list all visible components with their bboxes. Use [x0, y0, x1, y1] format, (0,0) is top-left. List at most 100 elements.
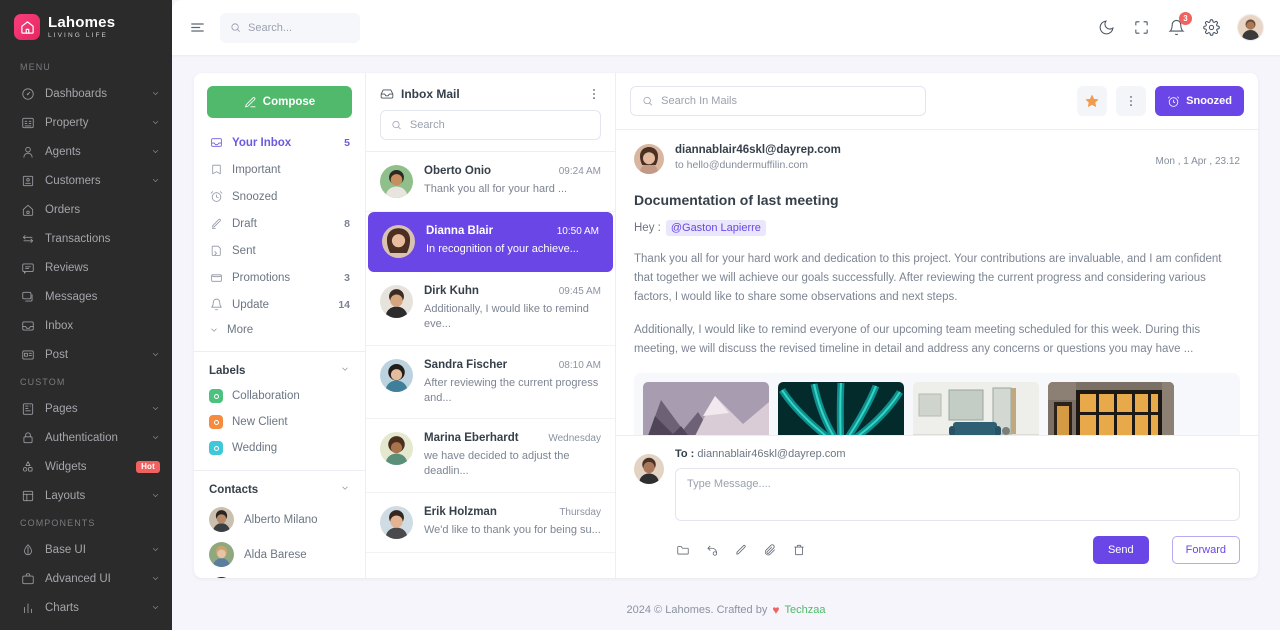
star-icon[interactable]	[1077, 86, 1108, 116]
user-icon	[20, 144, 35, 159]
snoozed-button[interactable]: Snoozed	[1155, 86, 1244, 116]
mail-row[interactable]: Oberto Onio 09:24 AM Thank you all for you…	[366, 152, 615, 212]
label-item-new-client[interactable]: New Client	[207, 409, 352, 435]
contacts-header[interactable]: Contacts	[207, 471, 352, 502]
folder-icon[interactable]	[675, 543, 690, 558]
folder-item-draft[interactable]: Draft 8	[207, 210, 352, 237]
chevron-down-icon	[151, 433, 160, 442]
gear-icon[interactable]	[1202, 18, 1221, 37]
tag-icon	[209, 271, 223, 285]
detail-search[interactable]	[630, 86, 926, 116]
mail-subject: Documentation of last meeting	[634, 192, 839, 208]
labels-header[interactable]: Labels	[207, 352, 352, 383]
brand-logo[interactable]: Lahomes LIVING LIFE	[0, 0, 172, 54]
mention-chip[interactable]: @Gaston Lapierre	[665, 220, 766, 236]
teal-agave-plant-photo[interactable]	[778, 381, 904, 435]
folder-more[interactable]: More	[207, 318, 352, 342]
detail-search-input[interactable]	[661, 95, 914, 107]
mail-row-body: Oberto Onio 09:24 AM Thank you all for you…	[424, 165, 601, 198]
sidebar-item-agents[interactable]: Agents	[0, 137, 172, 166]
send-button[interactable]: Send	[1092, 536, 1149, 564]
mail-row[interactable]: Erik Holzman Thursday We'd like to thank y…	[366, 493, 615, 554]
fullscreen-icon[interactable]	[1132, 18, 1151, 37]
sidebar-item-label: Dashboards	[45, 87, 108, 100]
contact-name: Alda Barese	[244, 548, 307, 561]
sidebar-nav: MENU Dashboards Property Agents Customers Ord…	[0, 54, 172, 622]
sidebar-item-transactions[interactable]: Transactions	[0, 224, 172, 253]
label-item-wedding[interactable]: Wedding	[207, 435, 352, 461]
snowy-mountain-photo[interactable]	[643, 381, 769, 435]
sidebar-item-label: Base UI	[45, 543, 86, 556]
sidebar-item-property[interactable]: Property	[0, 108, 172, 137]
reply-textarea[interactable]	[675, 468, 1240, 521]
paperclip-icon[interactable]	[762, 543, 777, 558]
recipient-line: to hello@dundermuffilin.com	[675, 159, 809, 171]
topbar: 3	[172, 0, 1280, 55]
folder-item-important[interactable]: Important	[207, 156, 352, 183]
pen-icon[interactable]	[733, 543, 748, 558]
mail-list-title: Inbox Mail	[380, 87, 460, 101]
sidebar-item-post[interactable]: Post	[0, 340, 172, 369]
folder-item-update[interactable]: Update 14	[207, 291, 352, 318]
dots-vertical-icon[interactable]	[1116, 86, 1147, 116]
label-item-collaboration[interactable]: Collaboration	[207, 383, 352, 409]
forward-button[interactable]: Forward	[1171, 536, 1240, 564]
mail-row[interactable]: Dianna Blair 10:50 AM In recognition of yo…	[368, 212, 613, 272]
sidebar-item-pages[interactable]: Pages	[0, 394, 172, 423]
mail-row[interactable]: Marina Eberhardt Wednesday we have decided…	[366, 419, 615, 494]
sidebar-item-advanced-ui[interactable]: Advanced UI	[0, 564, 172, 593]
moon-icon[interactable]	[1097, 18, 1116, 37]
sidebar-item-label: Agents	[45, 145, 81, 158]
sidebar-item-base-ui[interactable]: Base UI	[0, 535, 172, 564]
contact-item[interactable]: Giovanna Dellucci	[207, 572, 352, 578]
layout-icon	[20, 488, 35, 503]
chevron-down-icon	[151, 176, 160, 185]
chevron-down-icon	[151, 350, 160, 359]
sidebar-item-layouts[interactable]: Layouts	[0, 481, 172, 510]
sidebar-section-label: MENU	[20, 62, 51, 72]
sidebar-item-customers[interactable]: Customers	[0, 166, 172, 195]
compose-button[interactable]: Compose	[207, 86, 352, 118]
mail-row-preview: We'd like to thank you for being su...	[424, 524, 601, 537]
folder-count: 14	[338, 298, 350, 311]
dots-vertical-icon[interactable]	[587, 87, 601, 101]
mail-greeting: Hey : @Gaston Lapierre	[634, 220, 1240, 236]
sidebar-item-label: Orders	[45, 203, 81, 216]
sidebar-item-inbox[interactable]: Inbox	[0, 311, 172, 340]
detail-body: diannablair46skl@dayrep.com to hello@dun…	[616, 130, 1258, 435]
mail-row-sender: Marina Eberhardt	[424, 432, 519, 445]
sidebar-item-orders[interactable]: Orders	[0, 195, 172, 224]
sidebar-item-dashboards[interactable]: Dashboards	[0, 79, 172, 108]
reply-icon[interactable]	[704, 543, 719, 558]
folder-item-sent[interactable]: Sent	[207, 237, 352, 264]
sidebar-item-reviews[interactable]: Reviews	[0, 253, 172, 282]
bell-icon[interactable]: 3	[1167, 12, 1192, 37]
sidebar-item-authentication[interactable]: Authentication	[0, 423, 172, 452]
trash-icon[interactable]	[791, 543, 806, 558]
mail-row-time: 09:45 AM	[558, 286, 601, 297]
folder-item-your-inbox[interactable]: Your Inbox 5	[207, 129, 352, 156]
sidebar-item-widgets[interactable]: Widgets Hot	[0, 452, 172, 481]
sidebar-item-charts[interactable]: Charts	[0, 593, 172, 622]
sidebar-section-label: CUSTOM	[20, 377, 66, 387]
sidebar-item-label: Inbox	[45, 319, 74, 332]
sidebar-item-messages[interactable]: Messages	[0, 282, 172, 311]
mail-list-search[interactable]	[380, 110, 601, 140]
contact-avatar	[209, 542, 234, 567]
folder-label: Update	[232, 298, 270, 311]
folder-item-snoozed[interactable]: Snoozed	[207, 183, 352, 210]
contact-item[interactable]: Alberto Milano	[207, 502, 352, 537]
folder-item-promotions[interactable]: Promotions 3	[207, 264, 352, 291]
search-input[interactable]	[248, 21, 350, 34]
lit-storefront-photo[interactable]	[1048, 381, 1174, 435]
folder-label: Draft	[232, 217, 257, 230]
avatar[interactable]	[1237, 14, 1264, 41]
mail-row[interactable]: Dirk Kuhn 09:45 AM Additionally, I would l…	[366, 272, 615, 346]
hamburger-icon[interactable]	[182, 13, 212, 43]
living-room-sofa-photo[interactable]	[913, 381, 1039, 435]
mail-search-input[interactable]	[409, 119, 590, 131]
contact-item[interactable]: Alda Barese	[207, 537, 352, 572]
hot-badge: Hot	[136, 460, 160, 473]
global-search[interactable]	[220, 12, 360, 43]
mail-row[interactable]: Sandra Fischer 08:10 AM After reviewing th…	[366, 346, 615, 420]
